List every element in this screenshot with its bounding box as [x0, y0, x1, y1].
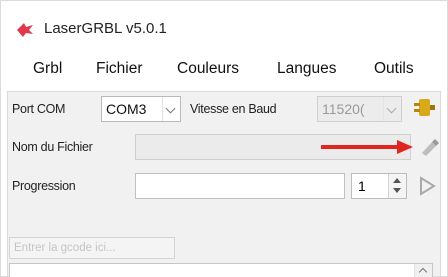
port-com-select[interactable]: COM3	[101, 96, 181, 122]
console-log[interactable]	[9, 263, 433, 277]
title-bar: LaserGRBL v5.0.1	[1, 1, 447, 45]
menu-grbl[interactable]: Grbl	[33, 60, 62, 78]
progress-label: Progression	[12, 179, 76, 193]
menu-outils[interactable]: Outils	[374, 60, 414, 78]
passes-stepper[interactable]: 1	[351, 173, 407, 199]
open-file-icon[interactable]	[415, 134, 441, 160]
port-com-label: Port COM	[12, 102, 66, 116]
menu-fichier[interactable]: Fichier	[96, 60, 143, 78]
stepper-buttons[interactable]	[388, 174, 406, 198]
connect-plug-icon[interactable]	[411, 95, 437, 121]
stepper-down-icon[interactable]	[393, 188, 401, 193]
window-title: LaserGRBL v5.0.1	[44, 20, 167, 37]
stepper-up-icon[interactable]	[393, 178, 401, 183]
app-window: LaserGRBL v5.0.1 Grbl Fichier Couleurs L…	[0, 0, 448, 277]
menu-bar: Grbl Fichier Couleurs Langues Outils	[1, 53, 447, 87]
chevron-down-icon	[162, 97, 180, 121]
laser-logo-icon	[17, 23, 33, 37]
progress-bar	[135, 173, 345, 199]
file-name-label: Nom du Fichier	[12, 140, 93, 154]
gcode-command-input[interactable]: Entrer la gcode ici...	[9, 237, 175, 259]
menu-couleurs[interactable]: Couleurs	[177, 60, 239, 78]
baud-rate-select[interactable]: 11520(	[317, 96, 402, 122]
menu-langues[interactable]: Langues	[277, 60, 336, 78]
run-play-icon[interactable]	[417, 176, 437, 196]
chevron-down-icon	[383, 97, 401, 121]
baud-rate-label: Vitesse en Baud	[190, 102, 277, 116]
scroll-up-icon[interactable]	[414, 264, 432, 277]
red-arrow-annotation	[321, 140, 413, 154]
